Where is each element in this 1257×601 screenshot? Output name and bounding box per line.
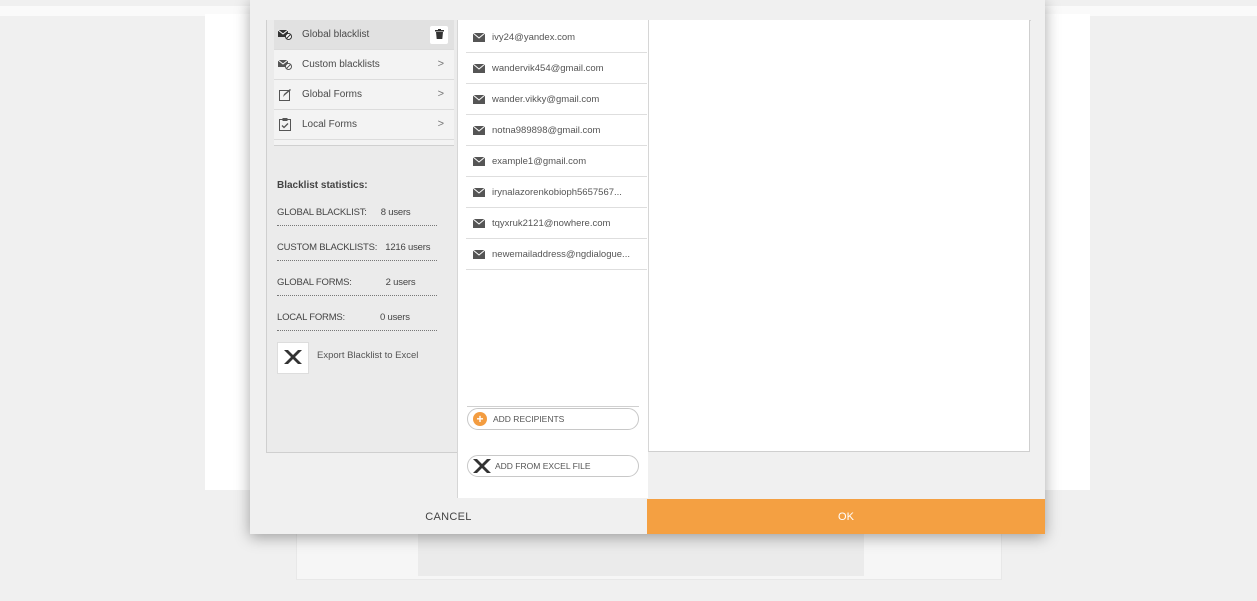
email-address: newemailaddress@ngdialogue... — [492, 248, 630, 260]
add-recipients-button[interactable]: + ADD RECIPIENTS — [467, 408, 639, 430]
cancel-button[interactable]: CANCEL — [250, 499, 647, 534]
stat-value: 0 users — [379, 312, 410, 323]
excel-icon — [283, 349, 303, 367]
menu-divider — [274, 140, 454, 146]
email-address: example1@gmail.com — [492, 155, 587, 167]
envelope-icon — [473, 249, 485, 259]
envelope-icon — [473, 32, 485, 42]
list-item[interactable]: notna989898@gmail.com — [466, 115, 647, 146]
left-panel: Global blacklist Custom blacklists > Glo… — [266, 20, 457, 453]
excel-icon — [472, 459, 492, 473]
email-address: irynalazorenkobioph5657567... — [492, 186, 622, 198]
stat-key: CUSTOM BLACKLISTS: — [277, 242, 378, 253]
add-recipients-label: ADD RECIPIENTS — [493, 414, 565, 424]
ok-button[interactable]: OK — [647, 499, 1045, 534]
edit-form-icon — [278, 88, 292, 102]
chevron-right-icon: > — [437, 118, 444, 130]
chevron-right-icon: > — [437, 88, 444, 100]
blacklist-statistics: Blacklist statistics: GLOBAL BLACKLIST: … — [277, 180, 437, 347]
menu-item-global-forms[interactable]: Global Forms > — [274, 80, 454, 110]
envelope-icon — [473, 94, 485, 104]
stat-key: GLOBAL FORMS: — [277, 277, 352, 288]
stat-value: 2 users — [385, 277, 416, 288]
email-address: wander.vikky@gmail.com — [492, 93, 600, 105]
envelope-icon — [473, 156, 485, 166]
blacklist-menu: Global blacklist Custom blacklists > Glo… — [274, 20, 454, 146]
menu-item-custom-blacklists[interactable]: Custom blacklists > — [274, 50, 454, 80]
stat-value: 1216 users — [385, 242, 431, 253]
clipboard-check-icon — [278, 118, 292, 132]
menu-item-label: Global Forms — [302, 89, 363, 100]
email-address: wandervik454@gmail.com — [492, 62, 604, 74]
list-item[interactable]: wandervik454@gmail.com — [466, 53, 647, 84]
stats-title: Blacklist statistics: — [277, 180, 368, 191]
stat-row-local-forms: LOCAL FORMS: 0 users — [277, 312, 437, 331]
list-item[interactable]: ivy24@yandex.com — [466, 22, 647, 53]
list-item[interactable]: wander.vikky@gmail.com — [466, 84, 647, 115]
chevron-right-icon: > — [437, 58, 444, 70]
menu-item-global-blacklist[interactable]: Global blacklist — [274, 20, 454, 50]
list-item[interactable]: irynalazorenkobioph5657567... — [466, 177, 647, 208]
list-item[interactable]: example1@gmail.com — [466, 146, 647, 177]
list-item[interactable]: tqyxruk2121@nowhere.com — [466, 208, 647, 239]
stat-value: 8 users — [380, 207, 411, 218]
menu-item-label: Global blacklist — [302, 29, 370, 40]
add-from-excel-button[interactable]: ADD FROM EXCEL FILE — [467, 455, 639, 477]
actions-divider — [467, 406, 639, 407]
plus-circle-icon: + — [473, 412, 487, 426]
email-list: ivy24@yandex.com wandervik454@gmail.com … — [466, 22, 647, 270]
email-address: tqyxruk2121@nowhere.com — [492, 217, 611, 229]
menu-item-local-forms[interactable]: Local Forms > — [274, 110, 454, 140]
stat-row-global-forms: GLOBAL FORMS: 2 users — [277, 277, 437, 296]
blacklist-icon — [278, 58, 292, 72]
export-blacklist[interactable]: Export Blacklist to Excel — [277, 342, 418, 374]
envelope-icon — [473, 187, 485, 197]
menu-item-label: Custom blacklists — [302, 59, 380, 70]
email-address: notna989898@gmail.com — [492, 124, 601, 136]
list-item[interactable]: newemailaddress@ngdialogue... — [466, 239, 647, 270]
stat-row-global-blacklist: GLOBAL BLACKLIST: 8 users — [277, 207, 437, 226]
trash-icon — [434, 28, 444, 42]
envelope-icon — [473, 63, 485, 73]
export-label: Export Blacklist to Excel — [317, 350, 419, 361]
envelope-icon — [473, 125, 485, 135]
stat-key: LOCAL FORMS: — [277, 312, 345, 323]
add-from-excel-label: ADD FROM EXCEL FILE — [495, 461, 591, 471]
blacklist-icon — [278, 28, 292, 42]
excel-export-button[interactable] — [277, 342, 309, 374]
envelope-icon — [473, 218, 485, 228]
email-list-panel: ivy24@yandex.com wandervik454@gmail.com … — [457, 20, 648, 498]
menu-item-label: Local Forms — [302, 119, 358, 130]
stat-row-custom-blacklists: CUSTOM BLACKLISTS: 1216 users — [277, 242, 437, 261]
blacklist-dialog: Global blacklist Custom blacklists > Glo… — [250, 0, 1045, 534]
delete-blacklist-button[interactable] — [430, 26, 448, 44]
email-address: ivy24@yandex.com — [492, 31, 576, 43]
stat-key: GLOBAL BLACKLIST: — [277, 207, 367, 218]
dialog-footer: CANCEL OK — [250, 499, 1045, 534]
detail-panel — [648, 20, 1030, 452]
